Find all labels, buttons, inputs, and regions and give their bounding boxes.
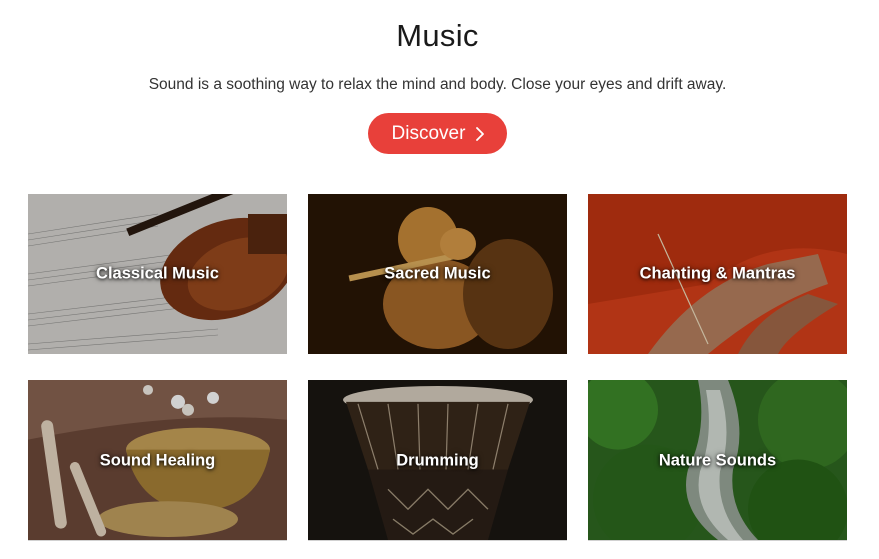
chevron-right-icon	[473, 126, 487, 142]
category-label: Sacred Music	[384, 264, 491, 283]
category-tile-sound-healing[interactable]: Sound Healing	[28, 380, 287, 541]
category-tile-sacred-music[interactable]: Sacred Music	[308, 194, 567, 354]
category-tile-nature-sounds[interactable]: Nature Sounds	[588, 380, 847, 541]
discover-button[interactable]: Discover	[368, 113, 507, 154]
discover-button-label: Discover	[391, 122, 466, 144]
category-tile-chanting-mantras[interactable]: Chanting & Mantras	[588, 194, 847, 354]
category-label: Classical Music	[96, 264, 219, 283]
category-tile-classical-music[interactable]: Classical Music	[28, 194, 287, 354]
page-title: Music	[396, 18, 479, 53]
category-label: Chanting & Mantras	[639, 264, 796, 283]
category-label: Sound Healing	[99, 451, 216, 469]
category-label: Nature Sounds	[658, 451, 777, 469]
music-page: Music Sound is a soothing way to relax t…	[0, 0, 879, 559]
page-subtitle: Sound is a soothing way to relax the min…	[148, 76, 727, 93]
category-tile-drumming[interactable]: Drumming	[308, 380, 567, 541]
category-label: Drumming	[396, 451, 479, 469]
